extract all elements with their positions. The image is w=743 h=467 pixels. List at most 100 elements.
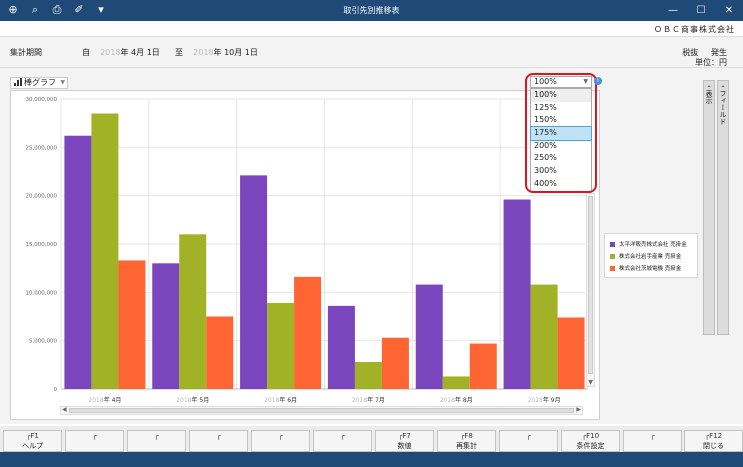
function-key-button[interactable]: ┌ [499, 430, 558, 452]
function-key-label: ヘルプ [22, 442, 43, 450]
y-tick-label: 20,000,000 [26, 194, 58, 200]
function-key-code: ┌ [526, 432, 531, 440]
bar [503, 199, 531, 389]
legend-label: 株式会社茨城電機 売掛金 [619, 266, 682, 272]
from-suffix: 年 4月 1日 [120, 48, 160, 57]
x-tick-label: 2018年 4月 [88, 396, 121, 404]
function-key-button[interactable]: ┌ [189, 430, 248, 452]
bar [206, 316, 234, 389]
y-tick-label: 25,000,000 [26, 145, 58, 151]
to-suffix: 年 10月 1日 [213, 48, 258, 57]
from-year: 2018 [100, 48, 121, 57]
scroll-thumb[interactable] [588, 196, 593, 374]
highlight-box [525, 73, 597, 193]
function-key-button[interactable]: ┌F10 条件設定 [561, 430, 620, 452]
legend-label: 株式会社岩手産業 売掛金 [619, 254, 682, 260]
period-from: 自 2018年 4月 1日 [82, 47, 160, 58]
tab-field-label: フィールド [719, 90, 727, 126]
function-key-code: ┌ [216, 432, 221, 440]
bar [118, 260, 146, 389]
x-tick-label: 2018年 7月 [352, 396, 385, 404]
legend-item: 株式会社岩手産業 売掛金 [610, 250, 692, 262]
bar [294, 276, 322, 389]
function-key-label: 数値 [397, 442, 412, 450]
info-icon[interactable]: i [594, 77, 602, 85]
function-key-code: ┌F8 [460, 432, 473, 440]
bar-chart: 0 5,000,000 10,000,000 15,000,000 20,000,000… [26, 97, 589, 404]
bar [557, 317, 585, 389]
scroll-left-icon[interactable]: ◀ [62, 406, 67, 413]
scroll-thumb[interactable] [69, 408, 574, 413]
function-key-code: ┌F1 [26, 432, 39, 440]
title-bar: ⊕ ⌕ ⎙ ✐ ▾ 取引先別推移表 — ☐ ✕ [0, 0, 743, 21]
y-tick-label: 15,000,000 [26, 242, 58, 248]
bar [327, 305, 355, 389]
function-key-code: ┌F10 [581, 432, 600, 440]
function-key-code: ┌F12 [704, 432, 723, 440]
bar [240, 175, 268, 389]
function-key-code: ┌ [340, 432, 345, 440]
graph-type-select[interactable]: 棒グラフ ▼ [10, 77, 68, 89]
tax-label: 税抜 [682, 48, 699, 57]
chart-panel: 0 5,000,000 10,000,000 15,000,000 20,000,000… [10, 90, 600, 420]
chart-legend: 太平洋販売株式会社 売掛金 株式会社岩手産業 売掛金 株式会社茨城電機 売掛金 [604, 233, 698, 278]
y-tick-label: 10,000,000 [26, 290, 58, 296]
window-controls: — ☐ ✕ [659, 0, 743, 21]
function-key-button[interactable]: ┌ [313, 430, 372, 452]
scroll-right-icon[interactable]: ▶ [576, 406, 581, 413]
vertical-scrollbar[interactable]: ▼ [586, 193, 595, 387]
bar [415, 284, 443, 389]
y-tick-label: 30,000,000 [26, 97, 58, 103]
bar-chart-icon [14, 78, 22, 86]
x-tick-label: 2018年 9月 [528, 396, 561, 404]
report-header: 集計期間 自 2018年 4月 1日 至 2018年 10月 1日 税抜 発生 … [0, 36, 743, 68]
company-name: ＯＢＣ商事株式会社 [654, 25, 735, 34]
function-key-button[interactable]: ┌ [65, 430, 124, 452]
function-key-button[interactable]: ┌F8 再集計 [437, 430, 496, 452]
function-key-button[interactable]: ┌ [127, 430, 186, 452]
y-tick-label: 0 [54, 387, 58, 393]
legend-swatch [610, 253, 615, 259]
tab-field[interactable]: ‹ フィールド [717, 80, 729, 335]
function-key-button[interactable]: ┌ [251, 430, 310, 452]
bar [354, 361, 382, 389]
legend-item: 太平洋販売株式会社 売掛金 [610, 238, 692, 250]
chevron-down-icon: ▼ [60, 79, 65, 86]
status-bar [0, 452, 743, 467]
period-to: 至 2018年 10月 1日 [175, 47, 258, 58]
function-key-button[interactable]: ┌F1 ヘルプ [3, 430, 62, 452]
function-key-button[interactable]: ┌F7 数値 [375, 430, 434, 452]
unit-label: 単位：円 [695, 58, 727, 67]
from-prefix: 自 [82, 48, 90, 57]
bar [64, 135, 92, 389]
close-icon[interactable]: ✕ [715, 0, 743, 21]
to-prefix: 至 [175, 48, 183, 57]
tab-display[interactable]: ‹ 表示 [703, 80, 715, 335]
bar [91, 113, 119, 389]
bar [381, 337, 409, 389]
x-tick-label: 2018年 5月 [176, 396, 209, 404]
graph-type-value: 棒グラフ [24, 78, 56, 87]
basis-label: 発生 [711, 48, 727, 57]
tab-display-label: 表示 [705, 90, 713, 105]
y-tick-label: 5,000,000 [29, 339, 57, 345]
bar [152, 263, 180, 389]
function-key-button[interactable]: ┌F12 閉じる [684, 430, 743, 452]
function-key-code: ┌ [92, 432, 97, 440]
function-key-label: 条件設定 [576, 442, 605, 450]
function-key-button[interactable]: ┌ [623, 430, 682, 452]
minimize-icon[interactable]: — [659, 0, 687, 21]
horizontal-scrollbar[interactable]: ◀ ▶ [60, 406, 583, 415]
bar [469, 343, 497, 389]
function-key-label: 再集計 [456, 442, 477, 450]
period-label: 集計期間 [10, 48, 42, 57]
legend-swatch [610, 265, 615, 271]
scroll-down-icon[interactable]: ▼ [587, 379, 594, 386]
bar [267, 302, 295, 389]
maximize-icon[interactable]: ☐ [687, 0, 715, 21]
legend-swatch [610, 241, 615, 247]
function-key-code: ┌ [278, 432, 283, 440]
function-key-code: ┌ [154, 432, 159, 440]
x-tick-label: 2018年 8月 [440, 396, 473, 404]
legend-label: 太平洋販売株式会社 売掛金 [619, 242, 687, 248]
